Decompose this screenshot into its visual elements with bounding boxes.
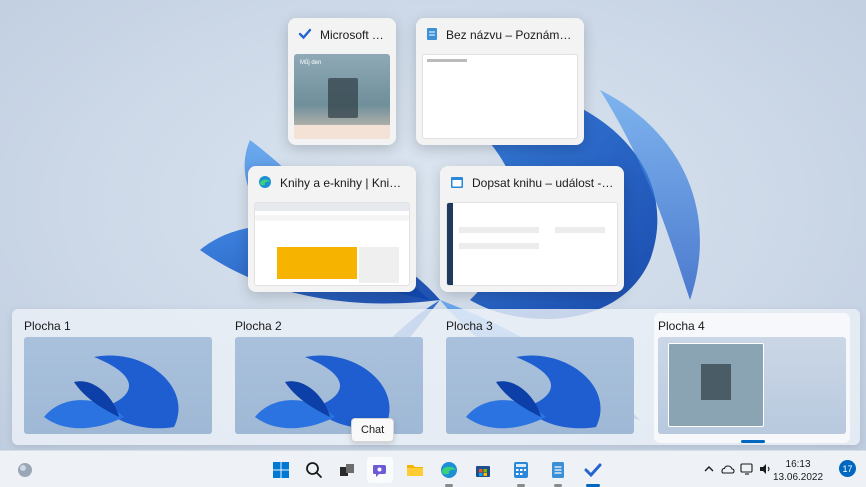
window-preview [254, 202, 410, 286]
window-title: Bez názvu – Poznámkový blok [446, 28, 574, 42]
todo-heading: Můj den [300, 60, 322, 66]
banner-image [277, 247, 357, 279]
desktop-2[interactable]: Plocha 2 [235, 309, 423, 439]
calculator-icon[interactable] [508, 457, 534, 487]
menu-bar-lines [427, 59, 467, 62]
window-preview [422, 54, 578, 139]
window-title: Dopsat knihu – událost - Kalendář [472, 176, 614, 190]
desktop-1[interactable]: Plocha 1 [24, 309, 212, 439]
task-view-icon[interactable] [334, 457, 360, 483]
desktop-label: Plocha 2 [235, 319, 282, 333]
window-card-calendar[interactable]: Dopsat knihu – událost - Kalendář [440, 166, 624, 292]
desktop-preview[interactable] [446, 337, 634, 434]
form-field [555, 227, 605, 233]
browser-tab-strip [255, 203, 409, 211]
check-icon [298, 27, 312, 44]
window-preview [446, 202, 618, 286]
desktop-label: Plocha 1 [24, 319, 71, 333]
desktop-label: Plocha 3 [446, 319, 493, 333]
chevron-up-icon[interactable] [700, 457, 718, 481]
taskbar [0, 450, 866, 487]
start-icon[interactable] [268, 457, 294, 483]
clock-date: 13.06.2022 [773, 472, 824, 483]
window-card-notepad[interactable]: Bez názvu – Poznámkový blok [416, 18, 584, 145]
todo-icon[interactable] [580, 457, 606, 487]
tooltip: Chat [351, 418, 395, 442]
edge-icon[interactable] [436, 457, 462, 487]
window-card-todo[interactable]: Microsoft To Do Můj den [288, 18, 396, 145]
desktop-label: Plocha 4 [658, 319, 705, 333]
todo-illustration [328, 78, 358, 118]
store-icon[interactable] [470, 457, 496, 483]
calendar-icon [450, 175, 464, 192]
side-panel [359, 247, 399, 283]
clock-time: 16:13 [785, 459, 811, 470]
desktop-preview[interactable] [24, 337, 212, 434]
notepad-icon[interactable] [545, 457, 571, 487]
window-title: Microsoft To Do [320, 28, 386, 42]
widgets-icon[interactable] [12, 457, 38, 483]
desktop-preview[interactable] [235, 337, 423, 434]
desktop-3[interactable]: Plocha 3 [446, 309, 634, 439]
edge-icon [258, 175, 272, 192]
todo-footer [294, 125, 390, 139]
mini-window [668, 343, 764, 427]
site-header [255, 215, 409, 221]
form-field [459, 227, 539, 233]
form-field [459, 243, 539, 249]
window-preview: Můj den [294, 54, 390, 139]
desktop-4[interactable]: Plocha 4 [654, 313, 850, 443]
search-icon[interactable] [301, 457, 327, 483]
display-icon[interactable] [738, 457, 756, 481]
system-clock[interactable]: 16:13 13.06.2022 [773, 458, 823, 484]
notification-badge[interactable]: 17 [839, 460, 856, 477]
chat-icon[interactable] [367, 457, 393, 483]
volume-icon[interactable] [756, 457, 774, 481]
file-explorer-icon[interactable] [402, 457, 428, 483]
notepad-icon [426, 27, 438, 44]
virtual-desktops-strip: Plocha 1 Plocha 2 Plocha 3 Plocha 4 [12, 309, 860, 445]
sidebar-strip [447, 203, 453, 285]
window-card-edge[interactable]: Knihy a e-knihy | Knihy Grada... [248, 166, 416, 292]
window-title: Knihy a e-knihy | Knihy Grada... [280, 176, 406, 190]
active-desktop-indicator [741, 440, 765, 443]
onedrive-icon[interactable] [718, 457, 736, 481]
mini-window-dark [701, 364, 731, 400]
desktop-preview[interactable] [658, 337, 846, 434]
